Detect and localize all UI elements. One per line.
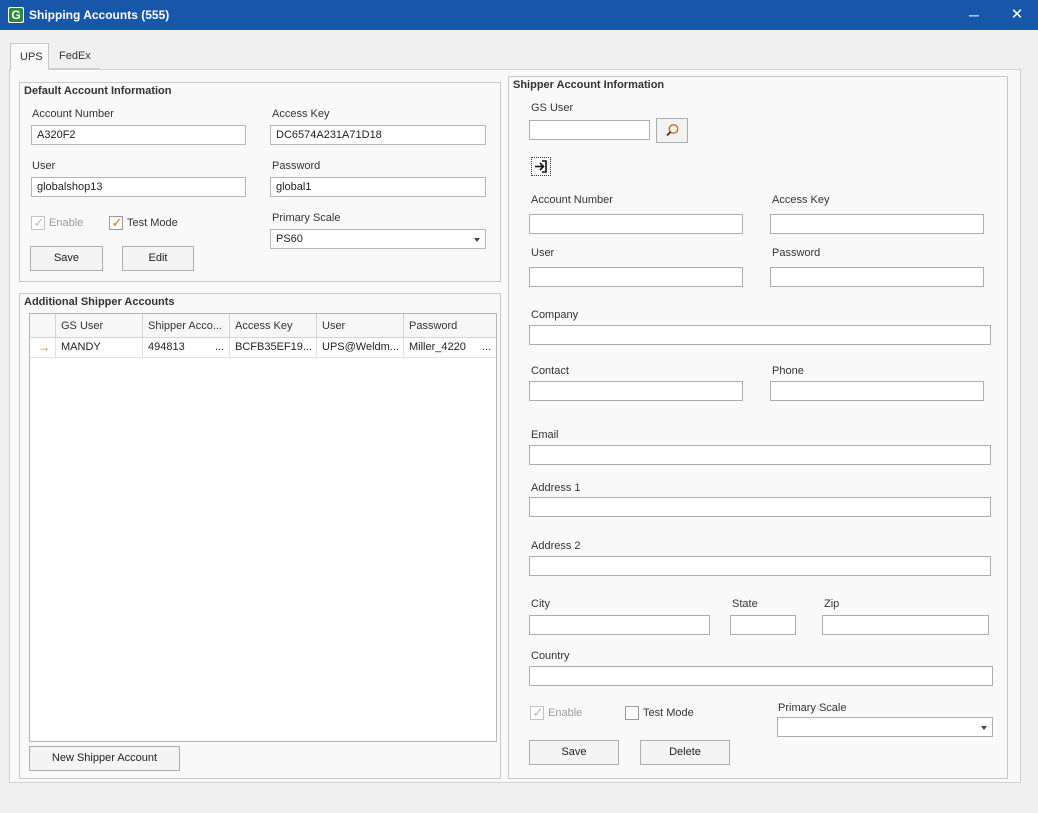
column-header-shipper-account[interactable]: Shipper Acco... xyxy=(142,314,230,338)
shipper-password-label: Password xyxy=(772,247,821,259)
cell-access-key[interactable]: BCFB35EF19... xyxy=(229,338,317,358)
phone-label: Phone xyxy=(772,365,804,377)
address2-field[interactable] xyxy=(529,556,991,576)
password-field[interactable]: global1 xyxy=(270,177,486,197)
shipper-primary-scale-select[interactable] xyxy=(777,717,993,737)
access-key-field[interactable]: DC6574A231A71D18 xyxy=(270,125,486,145)
shipper-access-key-field[interactable] xyxy=(770,214,984,234)
cell-ellipsis-button[interactable]: ... xyxy=(215,338,224,357)
shipper-test-mode-checkbox[interactable] xyxy=(625,706,639,720)
zip-label: Zip xyxy=(824,598,840,610)
app-logo-icon: G xyxy=(8,7,24,23)
city-field[interactable] xyxy=(529,615,710,635)
enable-checkbox[interactable]: ✓ xyxy=(31,215,45,230)
window-title: Shipping Accounts (555) xyxy=(29,8,170,22)
address1-label: Address 1 xyxy=(531,482,581,494)
cell-user[interactable]: UPS@Weldm... xyxy=(316,338,404,358)
shipper-access-key-label: Access Key xyxy=(772,194,830,206)
app-logo-letter: G xyxy=(11,8,21,22)
password-label: Password xyxy=(272,160,321,172)
additional-accounts-title: Additional Shipper Accounts xyxy=(24,296,175,308)
default-account-group: Default Account Information Account Numb… xyxy=(19,82,501,282)
phone-field[interactable] xyxy=(770,381,984,401)
city-label: City xyxy=(531,598,550,610)
cell-password[interactable]: Miller_4220 ... xyxy=(403,338,498,358)
shipper-user-label: User xyxy=(531,247,555,259)
zip-field[interactable] xyxy=(822,615,989,635)
email-field[interactable] xyxy=(529,445,991,465)
chevron-down-icon[interactable] xyxy=(474,238,480,242)
shipper-password-field[interactable] xyxy=(770,267,984,287)
import-arrow-glyph xyxy=(535,160,547,173)
country-label: Country xyxy=(531,650,570,662)
primary-scale-select[interactable]: PS60 xyxy=(270,229,486,249)
grid-header: GS User Shipper Acco... Access Key User … xyxy=(30,314,496,338)
shipper-enable-checkbox[interactable]: ✓ xyxy=(530,705,544,720)
enable-label: Enable xyxy=(49,217,84,229)
cell-shipper-account[interactable]: 494813 ... xyxy=(142,338,230,358)
contact-field[interactable] xyxy=(529,381,743,401)
company-label: Company xyxy=(531,309,579,321)
edit-button[interactable]: Edit xyxy=(122,246,194,271)
country-field[interactable] xyxy=(529,666,993,686)
cell-shipper-account-value: 494813 xyxy=(148,341,185,353)
test-mode-label: Test Mode xyxy=(127,217,178,229)
column-header-user[interactable]: User xyxy=(316,314,404,338)
gs-user-label: GS User xyxy=(531,102,574,114)
user-label: User xyxy=(32,160,56,172)
magnifier-icon xyxy=(666,124,679,137)
tab-ups[interactable]: UPS xyxy=(10,43,49,70)
table-row[interactable]: → MANDY 494813 ... BCFB35EF19... UPS@Wel… xyxy=(30,338,496,358)
current-row-arrow-icon: → xyxy=(38,340,50,354)
gs-user-field[interactable] xyxy=(529,120,650,140)
close-button[interactable]: ✕ xyxy=(995,0,1038,30)
additional-accounts-group: Additional Shipper Accounts GS User Ship… xyxy=(19,293,501,779)
access-key-label: Access Key xyxy=(272,108,330,120)
shipper-accounts-grid[interactable]: GS User Shipper Acco... Access Key User … xyxy=(29,313,497,742)
company-field[interactable] xyxy=(529,325,991,345)
primary-scale-value: PS60 xyxy=(276,233,303,245)
tab-fedex[interactable]: FedEx xyxy=(50,43,100,69)
new-shipper-account-button[interactable]: New Shipper Account xyxy=(29,746,180,771)
check-mark-icon: ✓ xyxy=(111,215,123,230)
shipper-save-button[interactable]: Save xyxy=(529,740,619,765)
cell-ellipsis-button[interactable]: ... xyxy=(482,338,491,357)
import-arrow-icon[interactable] xyxy=(531,157,551,176)
shipper-account-title: Shipper Account Information xyxy=(513,79,665,91)
check-mark-icon: ✓ xyxy=(33,215,45,230)
column-header-gs-user[interactable]: GS User xyxy=(55,314,143,338)
title-bar: G Shipping Accounts (555) ─ ✕ xyxy=(0,0,1038,30)
minimize-button[interactable]: ─ xyxy=(952,0,996,30)
chevron-down-icon[interactable] xyxy=(981,726,987,730)
account-number-field[interactable]: A320F2 xyxy=(31,125,246,145)
shipper-account-number-field[interactable] xyxy=(529,214,743,234)
shipper-account-number-label: Account Number xyxy=(531,194,613,206)
contact-label: Contact xyxy=(531,365,569,377)
shipper-test-mode-label: Test Mode xyxy=(643,707,694,719)
shipper-delete-button[interactable]: Delete xyxy=(640,740,730,765)
default-account-title: Default Account Information xyxy=(24,85,172,97)
shipper-account-group: Shipper Account Information GS User Acco… xyxy=(508,76,1008,779)
column-header-password[interactable]: Password xyxy=(403,314,498,338)
account-number-label: Account Number xyxy=(32,108,114,120)
column-header-access-key[interactable]: Access Key xyxy=(229,314,317,338)
address1-field[interactable] xyxy=(529,497,991,517)
address2-label: Address 2 xyxy=(531,540,581,552)
gs-user-search-button[interactable] xyxy=(656,118,688,143)
save-button[interactable]: Save xyxy=(30,246,103,271)
cell-gs-user[interactable]: MANDY xyxy=(55,338,143,358)
shipper-user-field[interactable] xyxy=(529,267,743,287)
state-label: State xyxy=(732,598,758,610)
email-label: Email xyxy=(531,429,559,441)
check-mark-icon: ✓ xyxy=(532,705,544,720)
shipper-primary-scale-label: Primary Scale xyxy=(778,702,847,714)
user-field[interactable]: globalshop13 xyxy=(31,177,246,197)
shipper-enable-label: Enable xyxy=(548,707,583,719)
cell-password-value: Miller_4220 xyxy=(409,341,466,353)
test-mode-checkbox[interactable]: ✓ xyxy=(109,215,123,230)
primary-scale-label: Primary Scale xyxy=(272,212,341,224)
state-field[interactable] xyxy=(730,615,796,635)
